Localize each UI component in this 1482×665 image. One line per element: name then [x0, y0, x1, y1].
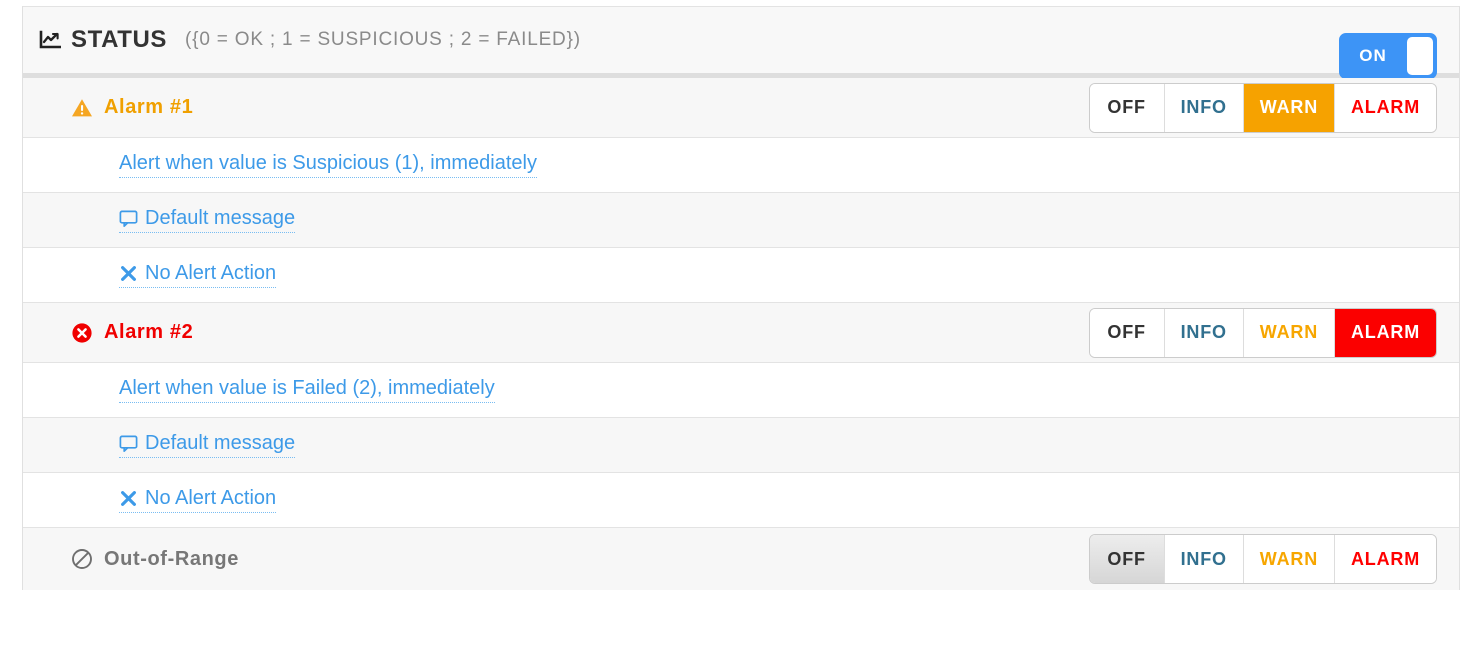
severity-option-alarm-2[interactable]: ALARM [1335, 308, 1436, 357]
alarm-header-row-2: Alarm #2 OFF INFO WARN ALARM [23, 303, 1459, 363]
severity-selector-1[interactable]: OFF INFO WARN ALARM [1088, 82, 1437, 133]
alarm-action-link-2[interactable]: No Alert Action [119, 487, 277, 513]
alarm-action-row-1: No Alert Action [23, 248, 1459, 303]
severity-option-warn-2[interactable]: WARN [1243, 308, 1335, 357]
alarm-condition-label-1: Alert when value is Suspicious (1), imme… [119, 152, 537, 174]
severity-option-info-2[interactable]: INFO [1164, 308, 1244, 357]
alarm-title-2: Alarm #2 [71, 321, 193, 344]
alarm-message-link-2[interactable]: Default message [119, 432, 296, 458]
comment-icon [119, 209, 138, 228]
alarm-condition-row-1: Alert when value is Suspicious (1), imme… [23, 138, 1459, 193]
alarm-action-row-2: No Alert Action [23, 473, 1459, 528]
times-icon [119, 264, 138, 283]
alarm-action-label-2: No Alert Action [145, 487, 277, 509]
severity-option-alarm-1[interactable]: ALARM [1335, 83, 1436, 132]
toggle-knob[interactable] [1407, 37, 1433, 75]
ban-icon [71, 548, 93, 570]
out-of-range-label: Out-of-Range [104, 547, 239, 570]
alarm-condition-label-2: Alert when value is Failed (2), immediat… [119, 377, 495, 399]
header-title-group: STATUS ({0 = OK ; 1 = SUSPICIOUS ; 2 = F… [39, 26, 581, 54]
warning-triangle-icon [71, 97, 93, 119]
page-title: STATUS [71, 26, 168, 53]
alarm-header-row-1: Alarm #1 OFF INFO WARN ALARM [23, 78, 1459, 138]
alarm-action-link-1[interactable]: No Alert Action [119, 262, 277, 288]
severity-option-off-3[interactable]: OFF [1089, 535, 1165, 583]
alarm-message-row-2: Default message [23, 418, 1459, 473]
alarm-action-label-1: No Alert Action [145, 262, 277, 284]
severity-selector-3[interactable]: OFF INFO WARN ALARM [1088, 534, 1437, 584]
toggle-label: ON [1359, 46, 1387, 65]
error-circle-icon [71, 322, 93, 344]
alarm-title-1: Alarm #1 [71, 96, 193, 119]
alarm-condition-row-2: Alert when value is Failed (2), immediat… [23, 363, 1459, 418]
alarm-condition-link-1[interactable]: Alert when value is Suspicious (1), imme… [119, 152, 537, 178]
status-enable-toggle[interactable]: ON [1339, 33, 1437, 79]
alarm-message-label-2: Default message [145, 432, 296, 454]
comment-icon [119, 434, 138, 453]
severity-option-alarm-3[interactable]: ALARM [1335, 535, 1436, 583]
line-chart-icon [39, 30, 61, 50]
severity-option-info-1[interactable]: INFO [1164, 83, 1244, 132]
alarm-message-row-1: Default message [23, 193, 1459, 248]
severity-option-off-2[interactable]: OFF [1089, 308, 1165, 357]
alarm-message-link-1[interactable]: Default message [119, 207, 296, 233]
severity-option-off-1[interactable]: OFF [1089, 83, 1165, 132]
out-of-range-title: Out-of-Range [71, 548, 239, 571]
alarm-condition-link-2[interactable]: Alert when value is Failed (2), immediat… [119, 377, 495, 403]
severity-option-warn-3[interactable]: WARN [1243, 535, 1335, 583]
times-icon [119, 489, 138, 508]
page-subtitle: ({0 = OK ; 1 = SUSPICIOUS ; 2 = FAILED}) [185, 29, 581, 50]
alarm-title-label-1: Alarm #1 [104, 96, 194, 118]
out-of-range-header-row: Out-of-Range OFF INFO WARN ALARM [23, 528, 1459, 590]
alarm-title-label-2: Alarm #2 [104, 321, 194, 343]
severity-selector-2[interactable]: OFF INFO WARN ALARM [1088, 307, 1437, 358]
alarm-message-label-1: Default message [145, 207, 296, 229]
panel-header: STATUS ({0 = OK ; 1 = SUSPICIOUS ; 2 = F… [23, 6, 1459, 79]
severity-option-warn-1[interactable]: WARN [1243, 83, 1335, 132]
status-alarm-panel: STATUS ({0 = OK ; 1 = SUSPICIOUS ; 2 = F… [22, 6, 1460, 590]
severity-option-info-3[interactable]: INFO [1164, 535, 1244, 583]
